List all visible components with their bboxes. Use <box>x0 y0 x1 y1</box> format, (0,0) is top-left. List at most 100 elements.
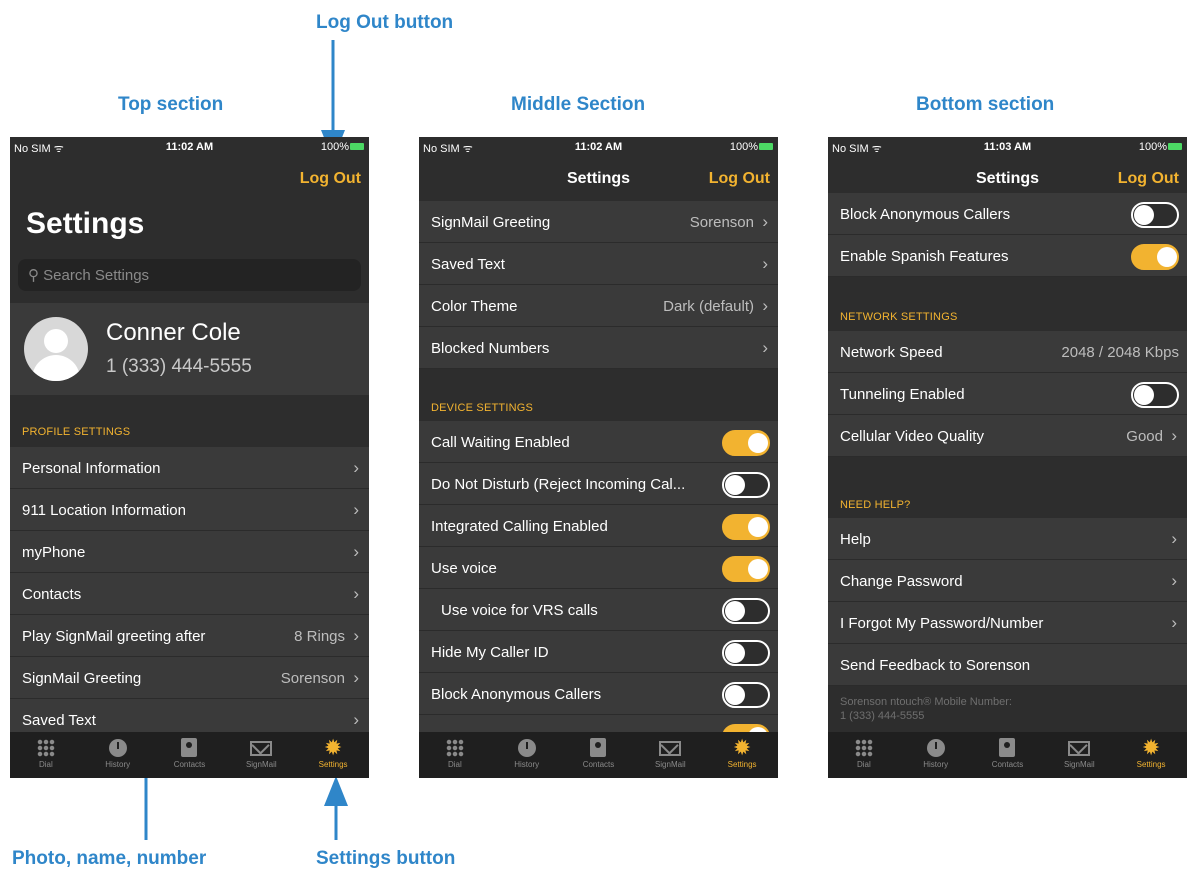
tab-history[interactable]: History <box>900 732 972 778</box>
toggle-switch[interactable] <box>722 472 770 498</box>
settings-row[interactable]: 911 Location Information › <box>10 489 369 531</box>
tab-label: Settings <box>1136 760 1166 769</box>
toggle-switch[interactable] <box>722 682 770 708</box>
chevron-right-icon: › <box>353 626 359 645</box>
toggle-switch[interactable] <box>722 556 770 582</box>
tab-label: History <box>923 760 949 769</box>
search-input[interactable]: ⚲ Search Settings <box>18 259 361 291</box>
settings-row[interactable]: Play SignMail greeting after 8 Rings › <box>10 615 369 657</box>
tab-contacts[interactable]: Contacts <box>563 732 635 778</box>
row-label: Cellular Video Quality <box>840 428 984 445</box>
tab-dial[interactable]: Dial <box>419 732 491 778</box>
settings-gear-icon: ✹ <box>1141 735 1161 760</box>
settings-row[interactable]: Send Feedback to Sorenson <box>828 644 1187 686</box>
settings-row: Network Speed 2048 / 2048 Kbps <box>828 331 1187 373</box>
search-placeholder: Search Settings <box>43 267 150 284</box>
row-label: Block Anonymous Callers <box>431 686 602 703</box>
arrowhead-settings <box>324 776 348 806</box>
log-out-button[interactable]: Log Out <box>709 170 770 188</box>
settings-row[interactable]: Help › <box>828 518 1187 560</box>
tab-dial[interactable]: Dial <box>10 732 82 778</box>
nav-bar: Settings Log Out <box>419 159 778 199</box>
row-label: Block Anonymous Callers <box>840 206 1011 223</box>
history-clock-icon <box>926 739 945 757</box>
tab-label: Contacts <box>991 760 1024 769</box>
tab-settings[interactable]: ✹ Settings <box>297 732 369 778</box>
contacts-book-icon <box>590 738 607 757</box>
toggle-switch[interactable] <box>722 514 770 540</box>
chevron-right-icon: › <box>762 338 768 357</box>
phone-screen-top: No SIM ᯤ 11:02 AM 100% Log Out Settings … <box>10 137 369 778</box>
settings-row[interactable]: SignMail Greeting Sorenson › <box>419 201 778 243</box>
toggle-row: Use voice for VRS calls <box>419 589 778 631</box>
avatar-body-icon <box>32 355 80 381</box>
settings-gear-icon: ✹ <box>732 735 752 760</box>
footer-line-2: 1 (333) 444-5555 <box>840 710 925 722</box>
toggle-switch[interactable] <box>722 598 770 624</box>
callout-middle-section: Middle Section <box>511 94 646 115</box>
tab-contacts[interactable]: Contacts <box>154 732 226 778</box>
tab-settings[interactable]: ✹ Settings <box>706 732 778 778</box>
dial-grid-icon <box>854 739 873 757</box>
tab-signmail[interactable]: SignMail <box>1043 732 1115 778</box>
battery-icon <box>759 143 773 150</box>
toggle-row: Block Anonymous Callers <box>828 193 1187 235</box>
signmail-envelope-icon <box>659 741 682 756</box>
chevron-right-icon: › <box>762 212 768 231</box>
settings-row[interactable]: Personal Information › <box>10 447 369 489</box>
chevron-right-icon: › <box>353 542 359 561</box>
page-title: Settings <box>26 207 145 240</box>
tab-signmail[interactable]: SignMail <box>225 732 297 778</box>
settings-row[interactable]: Saved Text › <box>419 243 778 285</box>
section-header-profile: Profile Settings <box>22 426 131 438</box>
tab-label: History <box>514 760 540 769</box>
tab-history[interactable]: History <box>491 732 563 778</box>
settings-row[interactable]: SignMail Greeting Sorenson › <box>10 657 369 699</box>
tab-label: SignMail <box>1063 760 1095 769</box>
battery-label: 100% <box>320 141 349 153</box>
settings-row[interactable]: Cellular Video Quality Good › <box>828 415 1187 457</box>
chevron-right-icon: › <box>1171 571 1177 590</box>
section-header-device: Device Settings <box>431 402 534 414</box>
tab-bar: Dial History Contacts SignMail ✹ Settings <box>419 732 778 778</box>
settings-row[interactable]: Blocked Numbers › <box>419 327 778 369</box>
tab-dial[interactable]: Dial <box>828 732 900 778</box>
toggle-switch[interactable] <box>1131 202 1179 228</box>
tab-history[interactable]: History <box>82 732 154 778</box>
toggle-switch[interactable] <box>1131 244 1179 270</box>
tab-contacts[interactable]: Contacts <box>972 732 1044 778</box>
chevron-right-icon: › <box>353 668 359 687</box>
settings-row[interactable]: myPhone › <box>10 531 369 573</box>
avatar-head-icon <box>44 329 68 353</box>
row-value: Dark (default) <box>663 298 754 315</box>
toggle-switch[interactable] <box>722 640 770 666</box>
tab-signmail[interactable]: SignMail <box>634 732 706 778</box>
signmail-envelope-icon <box>1068 741 1091 756</box>
log-out-button[interactable]: Log Out <box>1118 170 1179 188</box>
row-label: 911 Location Information <box>22 502 186 519</box>
log-out-button[interactable]: Log Out <box>300 170 361 188</box>
profile-card[interactable]: Conner Cole 1 (333) 444-5555 <box>10 303 369 395</box>
row-label: SignMail Greeting <box>22 670 142 687</box>
toggle-row: Tunneling Enabled <box>828 373 1187 415</box>
chevron-right-icon: › <box>353 584 359 603</box>
toggle-row: Call Waiting Enabled <box>419 421 778 463</box>
settings-row[interactable]: Color Theme Dark (default) › <box>419 285 778 327</box>
toggle-switch[interactable] <box>722 430 770 456</box>
toggle-row: Do Not Disturb (Reject Incoming Cal... <box>419 463 778 505</box>
row-label: Tunneling Enabled <box>840 386 965 403</box>
settings-row[interactable]: Contacts › <box>10 573 369 615</box>
row-value: Good <box>1126 428 1163 445</box>
toggle-row: Integrated Calling Enabled <box>419 505 778 547</box>
row-label: Enable Spanish Features <box>840 248 1009 265</box>
status-time: 11:02 AM <box>165 141 214 153</box>
tab-label: Settings <box>318 760 348 769</box>
settings-row[interactable]: Change Password › <box>828 560 1187 602</box>
callout-bottom-section: Bottom section <box>916 94 1055 115</box>
chevron-right-icon: › <box>1171 426 1177 445</box>
toggle-switch[interactable] <box>1131 382 1179 408</box>
tab-settings[interactable]: ✹ Settings <box>1115 732 1187 778</box>
chevron-right-icon: › <box>762 254 768 273</box>
settings-row[interactable]: I Forgot My Password/Number › <box>828 602 1187 644</box>
row-label: I Forgot My Password/Number <box>840 615 1044 632</box>
